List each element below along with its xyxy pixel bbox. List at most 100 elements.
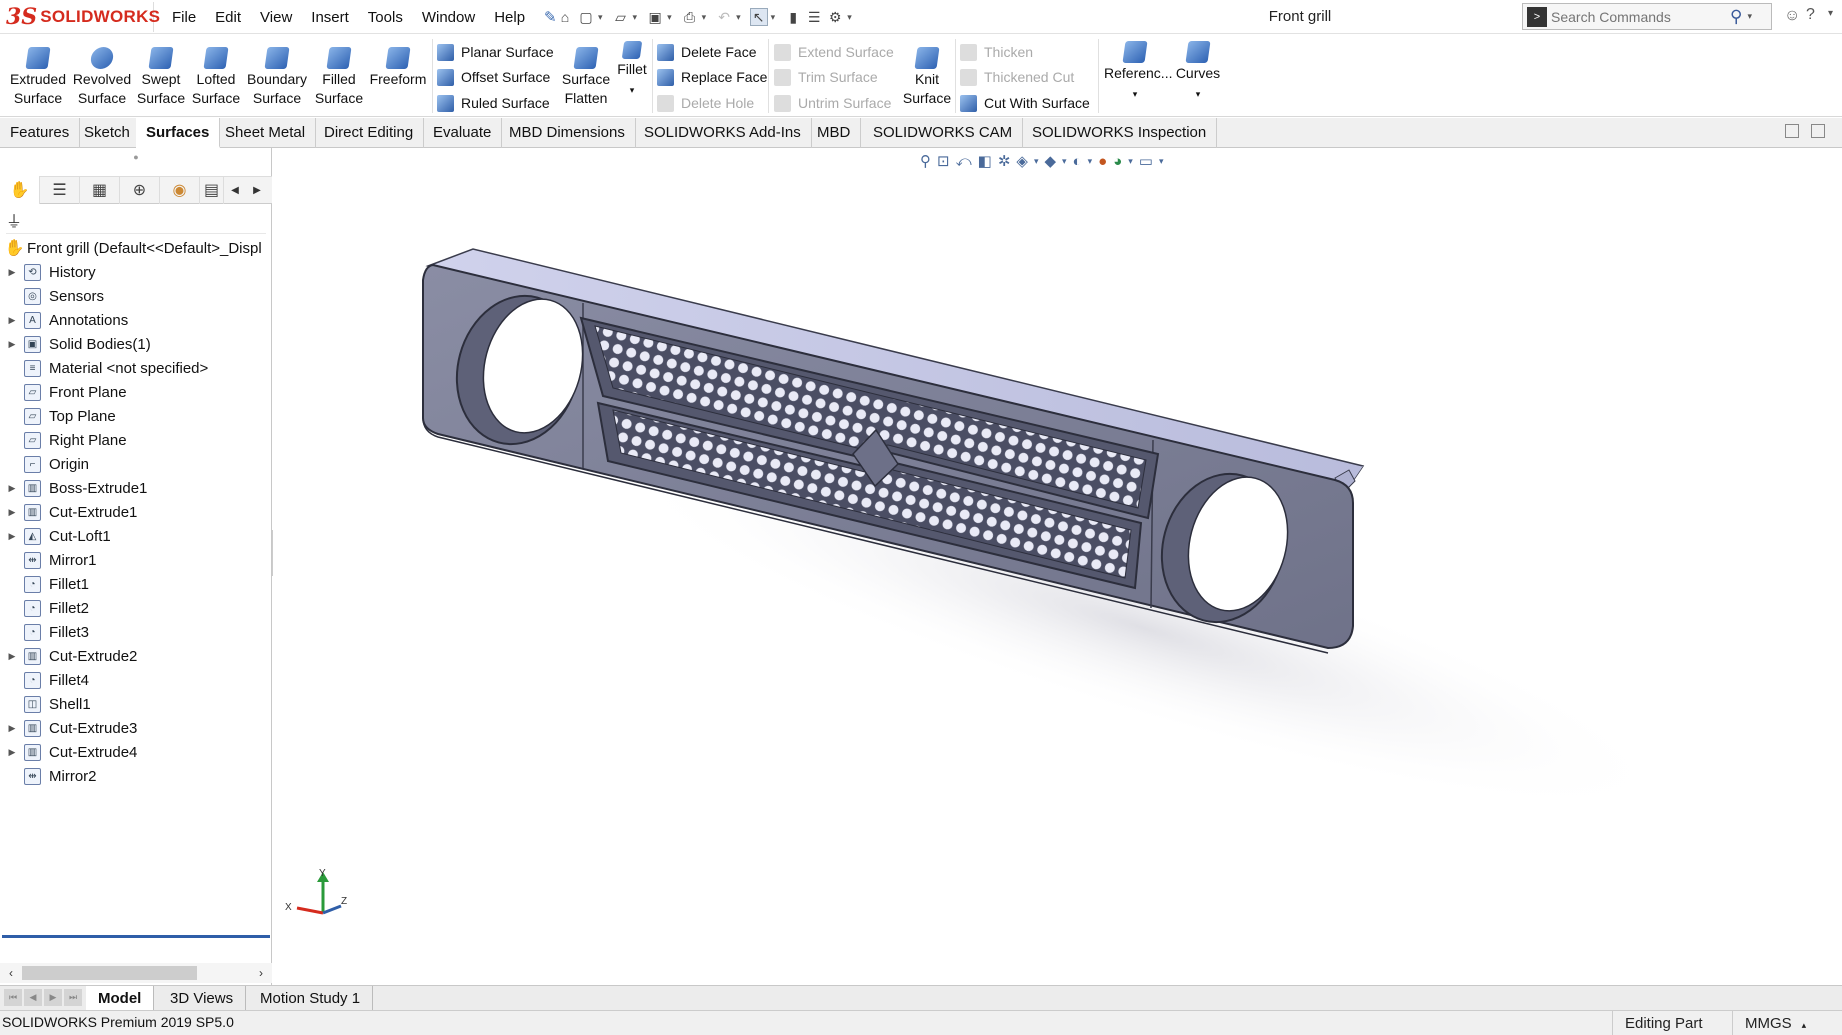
tree-item[interactable]: ▶ ◭ Cut-Loft1 <box>0 524 272 548</box>
tab-mbd[interactable]: MBD <box>807 118 862 148</box>
swept-surface-button[interactable]: Swept Surface <box>135 47 187 108</box>
replace-face-button[interactable]: Replace Face <box>657 66 767 88</box>
scrollbar-thumb[interactable] <box>22 966 197 980</box>
menu-edit[interactable]: Edit <box>215 9 241 26</box>
tree-item[interactable]: ▶ ▣ Solid Bodies(1) <box>0 332 272 356</box>
chevron-down-icon[interactable]: ▾ <box>598 12 603 23</box>
surface-flatten-button[interactable]: Surface Flatten <box>560 47 612 108</box>
first-tab-icon[interactable]: ⏮ <box>4 989 22 1006</box>
ruled-surface-button[interactable]: Ruled Surface <box>437 92 550 114</box>
filled-surface-button[interactable]: Filled Surface <box>313 47 365 108</box>
tab-evaluate[interactable]: Evaluate <box>423 118 503 148</box>
curves-button[interactable]: Curves ▾ <box>1170 41 1226 104</box>
tab-features[interactable]: Features <box>0 118 81 148</box>
pin-icon[interactable]: ✎ <box>544 8 557 26</box>
menu-insert[interactable]: Insert <box>311 9 349 26</box>
print-icon[interactable]: ⎙ <box>681 8 699 26</box>
configuration-manager-tab-icon[interactable]: ▦ <box>80 176 120 204</box>
tree-item[interactable]: ▶ A Annotations <box>0 308 272 332</box>
feature-manager-tab-icon[interactable]: ✋ <box>0 176 40 204</box>
chevron-down-icon[interactable]: ▾ <box>847 12 852 23</box>
tree-item[interactable]: ◔ Fillet1 <box>0 572 272 596</box>
lofted-surface-button[interactable]: Lofted Surface <box>190 47 242 108</box>
panel-grip-icon[interactable]: ● <box>0 152 272 164</box>
freeform-button[interactable]: Freeform <box>368 47 428 89</box>
tree-item[interactable]: ▱ Front Plane <box>0 380 272 404</box>
tab-sketch[interactable]: Sketch <box>74 118 141 148</box>
offset-surface-button[interactable]: Offset Surface <box>437 66 550 88</box>
help-icon[interactable]: ? <box>1806 6 1815 24</box>
thickened-cut-button[interactable]: Thickened Cut <box>960 66 1074 88</box>
tab-surfaces[interactable]: Surfaces <box>136 118 221 148</box>
tree-item[interactable]: ▶ ▥ Cut-Extrude1 <box>0 500 272 524</box>
tree-root-part[interactable]: ✋ Front grill (Default<<Default>_Displ <box>0 236 272 260</box>
thicken-button[interactable]: Thicken <box>960 41 1033 63</box>
save-icon[interactable]: ▣ <box>646 8 664 26</box>
chevron-down-icon[interactable]: ▾ <box>633 12 638 23</box>
tree-item[interactable]: ⇹ Mirror1 <box>0 548 272 572</box>
expand-arrow-icon[interactable]: ▶ <box>0 483 24 494</box>
tab-model[interactable]: Model <box>86 986 155 1011</box>
new-document-icon[interactable]: ▢ <box>577 8 595 26</box>
cut-with-surface-button[interactable]: Cut With Surface <box>960 92 1090 114</box>
unit-system-selector[interactable]: MMGS ▴ <box>1732 1011 1842 1035</box>
tree-item[interactable]: ▶ ▥ Boss-Extrude1 <box>0 476 272 500</box>
scroll-left-icon[interactable]: ‹ <box>0 966 22 980</box>
display-manager-tab-icon[interactable]: ◉ <box>160 176 200 204</box>
chevron-down-icon[interactable]: ▾ <box>1133 89 1138 99</box>
dimxpert-manager-tab-icon[interactable]: ⊕ <box>120 176 160 204</box>
chevron-down-icon[interactable]: ▾ <box>1828 8 1833 19</box>
tree-item[interactable]: ▶ ▥ Cut-Extrude2 <box>0 644 272 668</box>
expand-arrow-icon[interactable]: ▶ <box>0 267 24 278</box>
last-tab-icon[interactable]: ⏭ <box>64 989 82 1006</box>
select-arrow-icon[interactable]: ↖ <box>749 8 768 26</box>
home-icon[interactable]: ⌂ <box>556 8 574 26</box>
horizontal-scrollbar[interactable]: ‹ › <box>0 963 272 983</box>
tree-item[interactable]: ◫ Shell1 <box>0 692 272 716</box>
expand-arrow-icon[interactable]: ▶ <box>0 339 24 350</box>
tree-item[interactable]: ▱ Top Plane <box>0 404 272 428</box>
search-dropdown-icon[interactable]: ▾ <box>1747 11 1752 22</box>
tab-solidworks-cam[interactable]: SOLIDWORKS CAM <box>863 118 1024 148</box>
tree-item[interactable]: ▱ Right Plane <box>0 428 272 452</box>
chevron-down-icon[interactable]: ▾ <box>630 85 635 95</box>
menu-window[interactable]: Window <box>422 9 475 26</box>
tab-sheet-metal[interactable]: Sheet Metal <box>215 118 317 148</box>
scroll-right-icon[interactable]: ▶ <box>246 185 268 196</box>
tree-item[interactable]: ◔ Fillet4 <box>0 668 272 692</box>
knit-surface-button[interactable]: Knit Surface <box>900 47 954 108</box>
revolved-surface-button[interactable]: Revolved Surface <box>72 47 132 108</box>
file-properties-icon[interactable]: ☰ <box>805 8 823 26</box>
solidworks-logo[interactable]: 3S SOLIDWORKS <box>6 2 160 32</box>
restore-pane-icon[interactable] <box>1785 124 1799 138</box>
menu-help[interactable]: Help <box>494 9 525 26</box>
search-commands-box[interactable]: > ⚲ ▾ <box>1522 3 1772 30</box>
search-icon[interactable]: ⚲ <box>1730 7 1742 27</box>
tree-item[interactable]: ▶ ▥ Cut-Extrude3 <box>0 716 272 740</box>
trim-surface-button[interactable]: Trim Surface <box>774 66 878 88</box>
user-icon[interactable]: ☺ <box>1784 7 1800 25</box>
untrim-surface-button[interactable]: Untrim Surface <box>774 92 891 114</box>
rollback-bar[interactable] <box>2 935 270 938</box>
chevron-down-icon[interactable]: ▾ <box>1196 89 1201 99</box>
expand-arrow-icon[interactable]: ▶ <box>0 747 24 758</box>
front-grill-model[interactable] <box>273 148 1842 985</box>
tree-item[interactable]: ⇹ Mirror2 <box>0 764 272 788</box>
menu-view[interactable]: View <box>260 9 292 26</box>
cam-manager-tab-icon[interactable]: ▤ <box>200 176 224 204</box>
boundary-surface-button[interactable]: Boundary Surface <box>244 47 310 108</box>
expand-arrow-icon[interactable]: ▶ <box>0 315 24 326</box>
filter-icon[interactable]: ⏚ <box>6 208 22 232</box>
delete-hole-button[interactable]: Delete Hole <box>657 92 754 114</box>
scroll-right-icon[interactable]: › <box>250 966 272 980</box>
options-gear-icon[interactable]: ⚙ <box>826 8 844 26</box>
traffic-light-icon[interactable]: ▮ <box>784 8 802 26</box>
tree-filter[interactable]: ⏚ <box>6 206 266 234</box>
expand-arrow-icon[interactable]: ▶ <box>0 723 24 734</box>
expand-arrow-icon[interactable]: ▶ <box>0 531 24 542</box>
chevron-up-icon[interactable]: ▴ <box>1802 1020 1807 1030</box>
chevron-down-icon[interactable]: ▾ <box>736 12 741 23</box>
tree-item[interactable]: ◔ Fillet3 <box>0 620 272 644</box>
menu-tools[interactable]: Tools <box>368 9 403 26</box>
menu-file[interactable]: File <box>172 9 196 26</box>
